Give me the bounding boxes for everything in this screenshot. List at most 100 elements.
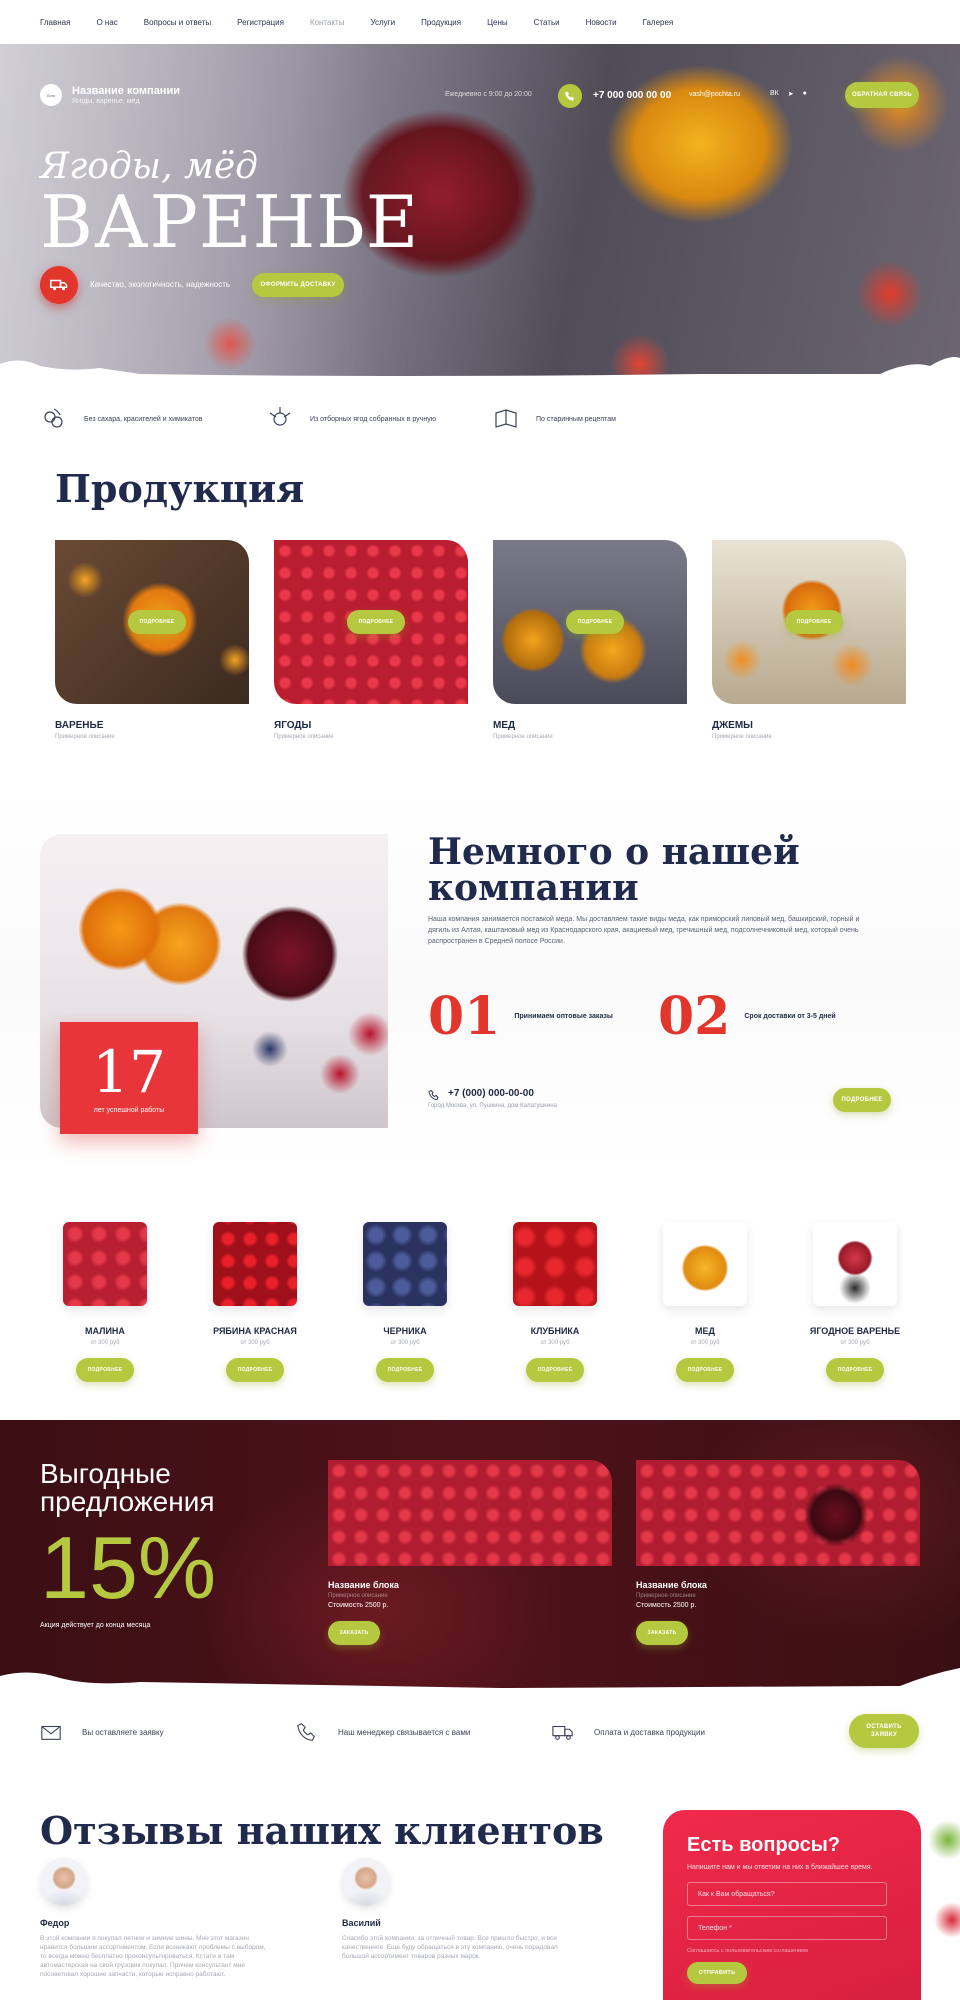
mini-product-image[interactable]	[213, 1222, 297, 1306]
nav-link-articles[interactable]: Статьи	[534, 18, 560, 27]
nav-link-products[interactable]: Продукция	[421, 18, 461, 27]
about-more-button[interactable]: Подробнее	[833, 1088, 891, 1112]
mini-product-more-button[interactable]: Подробнее	[226, 1358, 284, 1382]
consent-text[interactable]: Соглашаюсь с пользовательским соглашение…	[687, 1948, 897, 1954]
product-more-button[interactable]: Подробнее	[785, 610, 843, 634]
product-name[interactable]: ВАРЕНЬЕ	[55, 720, 249, 731]
product-card[interactable]: Подробнее МЕД Примерное описание	[493, 540, 687, 740]
mini-product-image[interactable]	[663, 1222, 747, 1306]
offer-image[interactable]	[328, 1460, 612, 1566]
nav-link-faq[interactable]: Вопросы и ответы	[144, 18, 211, 27]
phone-icon	[428, 1089, 439, 1100]
product-description: Примерное описание	[493, 734, 553, 740]
mini-product-image[interactable]	[513, 1222, 597, 1306]
offers-title: Выгодные предложения	[40, 1460, 215, 1516]
product-image[interactable]: Подробнее	[274, 540, 468, 704]
header-phone[interactable]: +7 000 000 00 00	[593, 90, 671, 101]
phone-field[interactable]: Телефон *	[687, 1916, 887, 1940]
stat-item: 02 Срок доставки от 3-5 дней	[658, 986, 836, 1047]
phone-icon[interactable]	[558, 84, 582, 108]
callback-button[interactable]: Обратная связь	[845, 82, 919, 108]
nav-link-registration[interactable]: Регистрация	[237, 18, 284, 27]
leave-request-button[interactable]: Оставить заявку	[849, 1714, 919, 1748]
about-address: Город Москва, ул. Пушкина, дом Калатушки…	[428, 1103, 557, 1109]
product-name[interactable]: МЕД	[493, 720, 687, 731]
reviews-section-title: Отзывы наших клиентов	[40, 1808, 604, 1853]
stat-number: 01	[428, 985, 501, 1047]
mini-product-price: от 300 руб	[690, 1340, 720, 1346]
leave-request-line: заявку	[870, 1732, 898, 1738]
telegram-icon[interactable]: ➤	[788, 90, 794, 98]
mini-product-more-button[interactable]: Подробнее	[676, 1358, 734, 1382]
nav-link-prices[interactable]: Цены	[487, 18, 508, 27]
offers-title-line: Выгодные	[40, 1458, 171, 1489]
nav-link-services[interactable]: Услуги	[370, 18, 395, 27]
product-name[interactable]: ДЖЕМЫ	[712, 720, 906, 731]
mini-product-grid: МАЛИНА от 300 руб Подробнее РЯБИНА КРАСН…	[40, 1222, 920, 1382]
product-card[interactable]: Подробнее ДЖЕМЫ Примерное описание	[712, 540, 906, 740]
mini-product-more-button[interactable]: Подробнее	[76, 1358, 134, 1382]
company-name: Название компании	[72, 85, 180, 97]
review-card: Василий Спасибо этой компании, за отличн…	[342, 1858, 592, 1961]
nav-link-gallery[interactable]: Галерея	[643, 18, 674, 27]
product-card[interactable]: Подробнее ВАРЕНЬЕ Примерное описание	[55, 540, 249, 740]
mini-product-name: МЕД	[695, 1326, 715, 1336]
leave-request-line: Оставить	[866, 1724, 902, 1730]
product-more-button[interactable]: Подробнее	[566, 610, 624, 634]
mini-product-card: МАЛИНА от 300 руб Подробнее	[40, 1222, 170, 1382]
nav-link-home[interactable]: Главная	[40, 18, 70, 27]
order-delivery-button[interactable]: Оформить доставку	[252, 273, 344, 297]
mini-product-image[interactable]	[63, 1222, 147, 1306]
offer-order-button[interactable]: Заказать	[636, 1621, 688, 1645]
review-author: Федор	[40, 1918, 70, 1928]
mini-product-name: РЯБИНА КРАСНАЯ	[213, 1326, 297, 1336]
nav-link-news[interactable]: Новости	[586, 18, 617, 27]
product-more-button[interactable]: Подробнее	[347, 610, 405, 634]
nav-link-contacts[interactable]: Контакты	[310, 18, 345, 27]
offer-image[interactable]	[636, 1460, 920, 1566]
berry-decoration	[922, 1800, 960, 2000]
mini-product-image[interactable]	[813, 1222, 897, 1306]
viber-icon[interactable]: ●	[803, 90, 807, 98]
offer-description: Примерное описание	[636, 1593, 696, 1599]
step-item: Оплата и доставка продукции	[552, 1721, 808, 1743]
product-image[interactable]: Подробнее	[55, 540, 249, 704]
mini-product-image[interactable]	[363, 1222, 447, 1306]
product-more-button[interactable]: Подробнее	[128, 610, 186, 634]
mini-product-more-button[interactable]: Подробнее	[526, 1358, 584, 1382]
torn-edge-decoration	[0, 1668, 960, 1692]
offer-name: Название блока	[636, 1580, 707, 1590]
product-grid: Подробнее ВАРЕНЬЕ Примерное описание Под…	[55, 540, 906, 740]
about-description: Наша компания занимается поставкой меда.…	[428, 916, 860, 945]
hero-banner: Лого Название компании Ягоды, варенье, м…	[0, 44, 960, 380]
nav-link-about[interactable]: О нас	[96, 18, 117, 27]
feature-item: Без сахара, красителей и химикатов	[40, 404, 266, 434]
offer-card: Название блока Примерное описание Стоимо…	[328, 1460, 612, 1645]
mini-product-price: от 300 руб	[240, 1340, 270, 1346]
stat-label: Принимаем оптовые заказы	[514, 1012, 613, 1020]
mini-product-card: КЛУБНИКА от 300 руб Подробнее	[490, 1222, 620, 1382]
send-button[interactable]: Отправить	[687, 1962, 747, 1984]
vk-icon[interactable]: ВК	[770, 90, 779, 98]
product-image[interactable]: Подробнее	[493, 540, 687, 704]
order-steps: Вы оставляете заявку Наш менеджер связыв…	[40, 1714, 920, 1750]
product-image[interactable]: Подробнее	[712, 540, 906, 704]
truck-icon	[552, 1725, 573, 1740]
feature-text: Без сахара, красителей и химикатов	[84, 415, 203, 423]
mini-product-more-button[interactable]: Подробнее	[826, 1358, 884, 1382]
header-email[interactable]: vash@pochta.ru	[689, 91, 740, 98]
offers-title-line: предложения	[40, 1486, 215, 1517]
questions-title: Есть вопросы?	[687, 1834, 841, 1856]
years-number: 17	[92, 1037, 166, 1106]
product-card[interactable]: Подробнее ЯГОДЫ Примерное описание	[274, 540, 468, 740]
name-field[interactable]: Как к Вам обращаться?	[687, 1882, 887, 1906]
about-phone[interactable]: +7 (000) 000-00-00	[448, 1088, 534, 1099]
logo[interactable]: Лого	[40, 84, 62, 106]
mini-product-name: ЯГОДНОЕ ВАРЕНЬЕ	[809, 1326, 901, 1336]
step-text: Оплата и доставка продукции	[594, 1727, 705, 1737]
product-name[interactable]: ЯГОДЫ	[274, 720, 468, 731]
avatar	[40, 1858, 88, 1906]
mini-product-more-button[interactable]: Подробнее	[376, 1358, 434, 1382]
feature-text: По старинным рецептам	[536, 415, 616, 423]
offer-order-button[interactable]: Заказать	[328, 1621, 380, 1645]
